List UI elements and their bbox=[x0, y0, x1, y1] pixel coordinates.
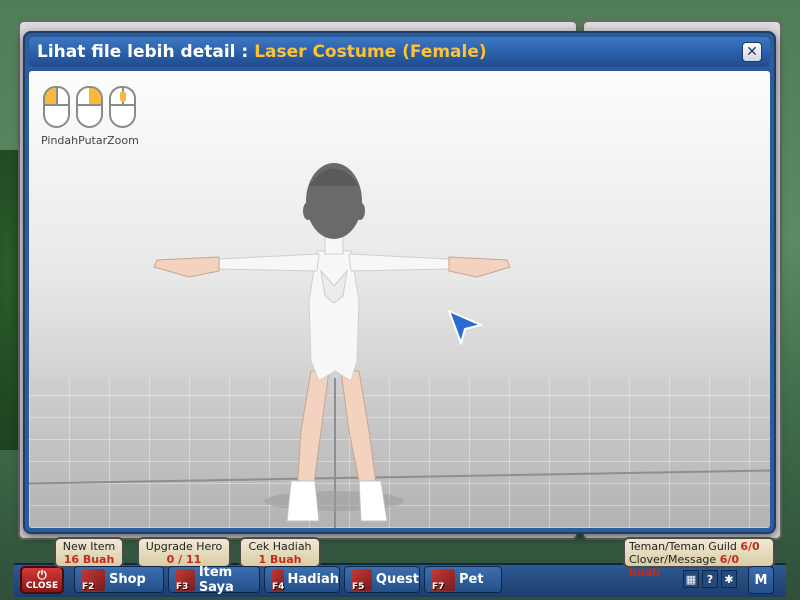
hud-shop-button[interactable]: F2 Shop bbox=[74, 566, 164, 593]
hud-close-button[interactable]: ⏻ CLOSE bbox=[20, 566, 64, 594]
hud-item-saya-button[interactable]: F3 Item Saya bbox=[168, 564, 260, 595]
hud-item-saya-label: Item Saya bbox=[198, 564, 234, 595]
badge-new-item[interactable]: New Item 16 Buah bbox=[54, 537, 124, 568]
friends-value: 6/0 bbox=[740, 540, 760, 553]
modal-item-name: Laser Costume (Female) bbox=[254, 42, 487, 62]
hud-hadiah-button[interactable]: F4 Hadiah bbox=[264, 566, 340, 593]
hud-hadiah-label: Hadiah bbox=[287, 572, 339, 587]
power-icon: ⏻ bbox=[37, 568, 47, 582]
help-icon[interactable]: ? bbox=[702, 570, 718, 588]
badge-upgrade-hero-title: Upgrade Hero bbox=[145, 540, 223, 553]
badge-cek-hadiah-title: Cek Hadiah bbox=[248, 540, 312, 553]
quest-icon: F5 bbox=[351, 568, 372, 592]
gift-icon: F4 bbox=[271, 568, 285, 592]
hud-pet-label: Pet bbox=[459, 572, 484, 587]
settings-icon[interactable]: ✱ bbox=[721, 570, 737, 588]
badge-cek-hadiah[interactable]: Cek Hadiah 1 Buah bbox=[239, 537, 321, 568]
friends-row: Teman/Teman Guild 6/0 bbox=[629, 540, 769, 553]
modal-header: Lihat file lebih detail : Laser Costume … bbox=[29, 37, 770, 67]
fkey-item-saya: F3 bbox=[176, 581, 189, 592]
hud-pet-button[interactable]: F7 Pet bbox=[424, 566, 502, 593]
hud-quest-button[interactable]: F5 Quest bbox=[344, 566, 420, 593]
item-detail-modal: Lihat file lebih detail : Laser Costume … bbox=[23, 31, 776, 534]
hud-close-label: CLOSE bbox=[25, 581, 59, 591]
modal-title-prefix: Lihat file lebih detail : bbox=[37, 42, 249, 62]
fkey-pet: F7 bbox=[432, 581, 445, 592]
shop-icon: F2 bbox=[81, 568, 105, 592]
hud-shop-label: Shop bbox=[109, 572, 146, 587]
badge-new-item-value: 16 Buah bbox=[63, 553, 115, 566]
modal-close-button[interactable]: ✕ bbox=[742, 42, 762, 62]
message-label: Clover/Message bbox=[629, 553, 717, 566]
badge-upgrade-hero[interactable]: Upgrade Hero 0 / 11 bbox=[137, 537, 231, 568]
hud-m-button[interactable]: M bbox=[748, 566, 774, 594]
hud-info-box[interactable]: Teman/Teman Guild 6/0 Clover/Message 6/0… bbox=[623, 537, 775, 579]
fkey-quest: F5 bbox=[352, 581, 365, 592]
pointer-cursor-icon bbox=[447, 309, 483, 345]
bag-icon: F3 bbox=[175, 568, 195, 592]
character-model bbox=[153, 163, 511, 522]
badge-new-item-title: New Item bbox=[62, 540, 116, 553]
fkey-shop: F2 bbox=[82, 581, 95, 592]
grid-icon[interactable]: ▦ bbox=[683, 570, 699, 588]
pet-icon: F7 bbox=[431, 568, 455, 592]
character-viewport[interactable]: Pindah Putar Zoom bbox=[29, 71, 770, 528]
hud-quest-label: Quest bbox=[375, 572, 419, 587]
hud-small-icons: ▦ ? ✱ bbox=[683, 570, 737, 588]
friends-label: Teman/Teman Guild bbox=[629, 540, 737, 553]
fkey-hadiah: F4 bbox=[272, 581, 285, 592]
